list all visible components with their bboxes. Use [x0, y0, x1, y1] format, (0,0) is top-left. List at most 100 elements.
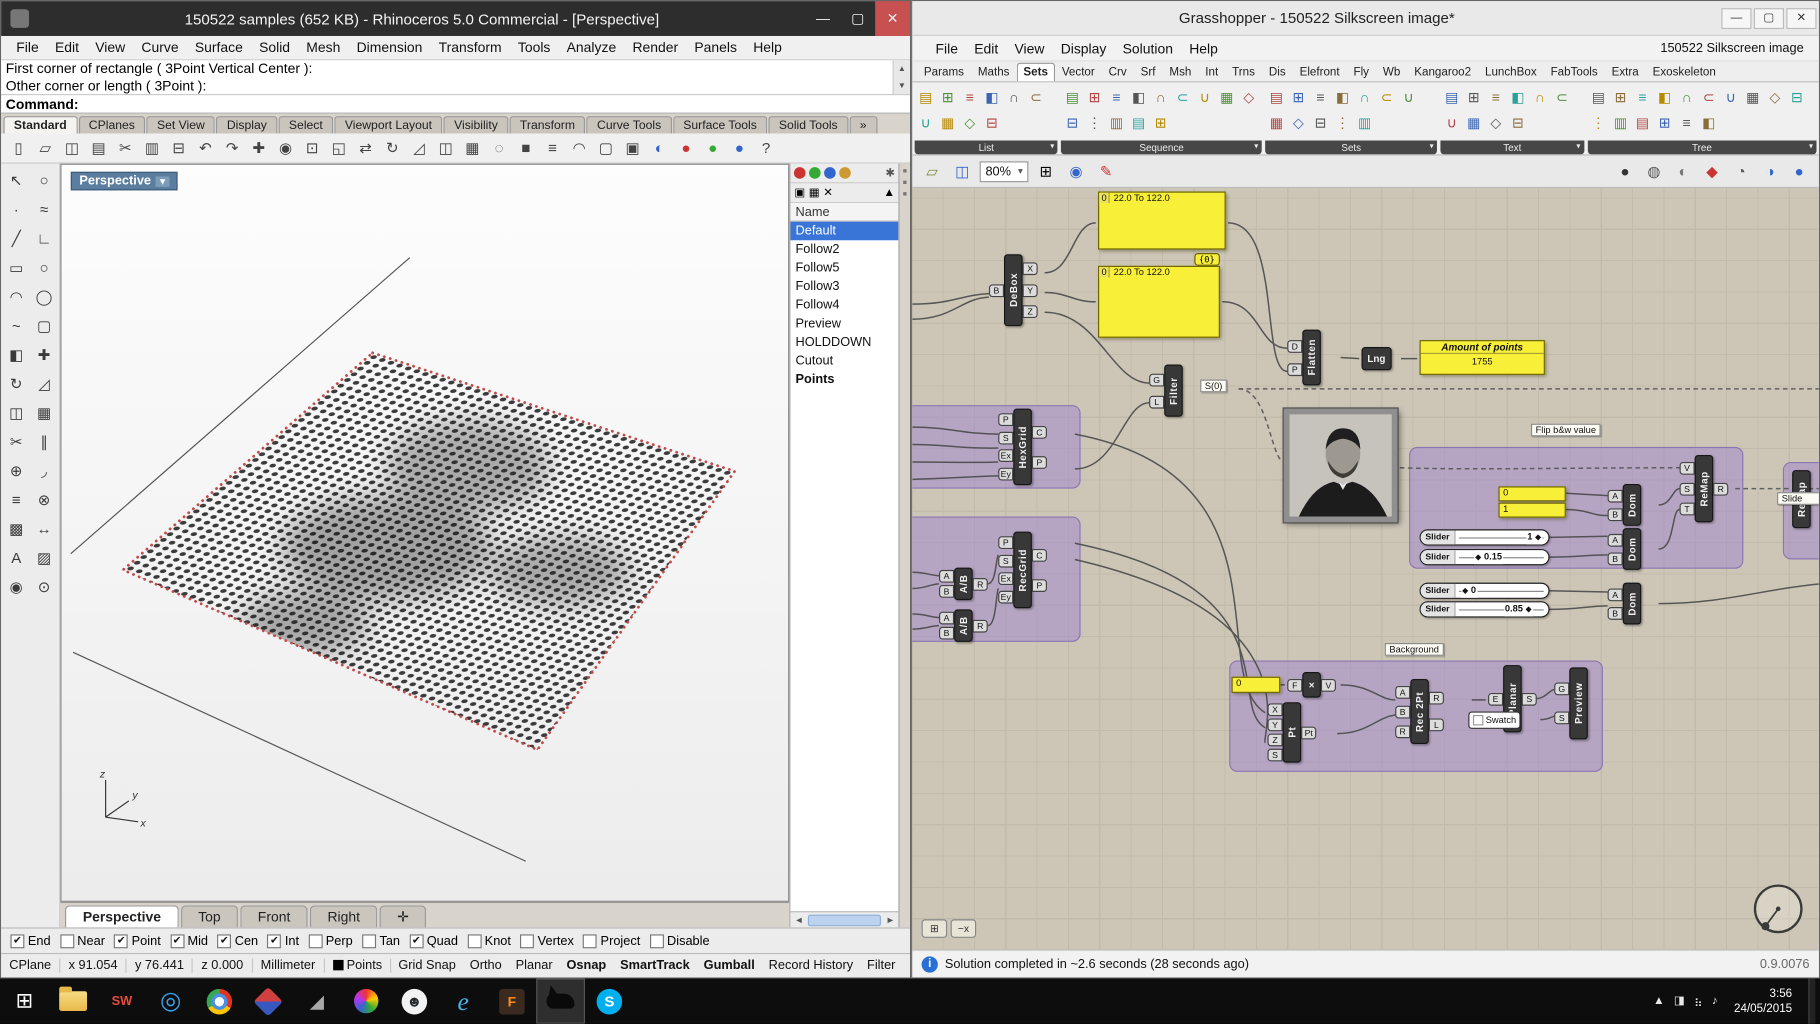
component-tab[interactable]: Params: [917, 63, 971, 82]
component-division-1[interactable]: AB A/B R: [939, 568, 988, 600]
display-mode-icon[interactable]: ◐: [647, 135, 673, 161]
ribbon-icon[interactable]: ∩: [1354, 85, 1376, 111]
viewport-title-chip[interactable]: Perspective▼: [71, 172, 177, 191]
scroll-up-icon[interactable]: ▲: [884, 186, 895, 199]
layer-row[interactable]: Preview: [791, 315, 899, 334]
ribbon-icon[interactable]: ▦: [1216, 85, 1238, 111]
status-toggle[interactable]: Gumball: [697, 959, 762, 973]
redo-icon[interactable]: ↷: [219, 135, 245, 161]
amount-of-points-panel[interactable]: Amount of points 1755: [1420, 340, 1545, 375]
ribbon-icon[interactable]: ▥: [1609, 110, 1631, 136]
rotate-icon[interactable]: ↻: [2, 369, 30, 398]
minimize-button[interactable]: —: [806, 1, 841, 36]
minimize-button[interactable]: —: [1721, 8, 1751, 29]
menu-item[interactable]: Help: [1181, 38, 1226, 59]
close-button[interactable]: ✕: [875, 1, 910, 36]
component-construct-point[interactable]: XYZS Pt Pt: [1267, 702, 1316, 762]
menu-item[interactable]: Solid: [251, 37, 298, 58]
ribbon-icon[interactable]: ⊟: [1061, 110, 1083, 136]
mirror-icon[interactable]: ◫: [2, 398, 30, 427]
ribbon-icon[interactable]: ⊞: [1287, 85, 1309, 111]
layers-panel-icon[interactable]: [809, 167, 821, 179]
toolbar-tab[interactable]: Viewport Layout: [334, 116, 442, 133]
menu-item[interactable]: File: [8, 37, 47, 58]
scroll-left-icon[interactable]: ◄: [791, 915, 807, 925]
ribbon-icon[interactable]: ∪: [1398, 85, 1420, 111]
layer-row[interactable]: Default: [791, 222, 899, 241]
ribbon-group-label[interactable]: Sequence: [1061, 140, 1261, 154]
hexgrid-group[interactable]: [912, 405, 1080, 489]
ribbon-icon[interactable]: ∪: [1441, 110, 1463, 136]
toolbar-tab[interactable]: CPlanes: [78, 116, 145, 133]
ribbon-icon[interactable]: ▤: [1265, 85, 1287, 111]
curve-icon[interactable]: ◠: [566, 135, 592, 161]
ribbon-icon[interactable]: ⋮: [1331, 110, 1353, 136]
background-zero-panel[interactable]: 0: [1232, 677, 1281, 693]
ribbon-icon[interactable]: ◧: [1698, 110, 1720, 136]
ribbon-icon[interactable]: ⊞: [1083, 85, 1105, 111]
offset-icon[interactable]: ≡: [2, 485, 30, 514]
layer-row[interactable]: Cutout: [791, 352, 899, 371]
ribbon-icon[interactable]: ▦: [937, 110, 959, 136]
ribbon-icon[interactable]: ▤: [1631, 110, 1653, 136]
menu-item[interactable]: Curve: [133, 37, 186, 58]
component-tab[interactable]: Exoskeleton: [1646, 63, 1723, 82]
ribbon-icon[interactable]: ▥: [1354, 110, 1376, 136]
show-desktop-button[interactable]: [1808, 978, 1815, 1023]
new-file-icon[interactable]: ▯: [6, 135, 32, 161]
line-icon[interactable]: ╱: [2, 224, 30, 253]
new-sublayer-icon[interactable]: ▦: [809, 186, 820, 199]
zoom-extents-icon[interactable]: ◱: [326, 135, 352, 161]
component-tab[interactable]: Msh: [1162, 63, 1198, 82]
ribbon-icon[interactable]: ⋮: [1587, 110, 1609, 136]
help-icon[interactable]: ?: [753, 135, 779, 161]
mirror-icon[interactable]: ◫: [433, 135, 459, 161]
ribbon-icon[interactable]: ∩: [1676, 85, 1698, 111]
action-center-icon[interactable]: ◨: [1674, 995, 1685, 1008]
dimension-icon[interactable]: ↔: [30, 514, 58, 543]
volume-icon[interactable]: ♪: [1712, 995, 1718, 1008]
cplane-button[interactable]: CPlane: [1, 959, 60, 973]
start-button[interactable]: ⊞: [0, 978, 49, 1023]
component-tab[interactable]: Wb: [1376, 63, 1407, 82]
osnap-toggle[interactable]: Project: [583, 934, 640, 948]
ribbon-icon[interactable]: ⊟: [1507, 110, 1529, 136]
osnap-toggle[interactable]: End: [10, 934, 50, 948]
menu-item[interactable]: Render: [624, 37, 686, 58]
colour-swatch[interactable]: Swatch: [1468, 712, 1521, 729]
checkbox[interactable]: [520, 934, 534, 948]
menu-item[interactable]: Transform: [431, 37, 510, 58]
maximize-button[interactable]: ▢: [1754, 8, 1784, 29]
partial-slider-label[interactable]: Slide: [1777, 492, 1819, 505]
extrude-icon[interactable]: ◧: [2, 340, 30, 369]
open-file-icon[interactable]: ▱: [919, 160, 945, 183]
component-hexgrid[interactable]: PSExEy HexGrid CP: [998, 409, 1047, 486]
checkbox[interactable]: [10, 934, 24, 948]
magnify-icon[interactable]: ⊙: [30, 572, 58, 601]
hatch-icon[interactable]: ▨: [30, 543, 58, 572]
preview-eye-icon[interactable]: ◉: [1063, 160, 1089, 183]
component-domain-3[interactable]: AB Dom: [1608, 583, 1642, 625]
toolbar-tab[interactable]: Set View: [147, 116, 216, 133]
pan-icon[interactable]: ✚: [246, 135, 272, 161]
display-solid-icon[interactable]: ●: [1786, 160, 1812, 183]
status-toggle[interactable]: Osnap: [560, 959, 614, 973]
preview-dark-icon[interactable]: ●: [1612, 160, 1638, 183]
status-toggle[interactable]: Filter: [860, 959, 902, 973]
file-explorer-icon[interactable]: [49, 978, 98, 1023]
toolbar-tab[interactable]: Standard: [3, 116, 77, 133]
ribbon-icon[interactable]: ◇: [959, 110, 981, 136]
ribbon-icon[interactable]: ∩: [1003, 85, 1025, 111]
internet-explorer-icon[interactable]: e: [439, 978, 488, 1023]
array-icon[interactable]: ▦: [460, 135, 486, 161]
cut-icon[interactable]: ✂: [113, 135, 139, 161]
toolbar-tab[interactable]: Curve Tools: [587, 116, 672, 133]
ribbon-icon[interactable]: ▥: [1105, 110, 1127, 136]
ribbon-icon[interactable]: ⊞: [1150, 110, 1172, 136]
osnap-toggle[interactable]: Point: [114, 934, 161, 948]
ribbon-icon[interactable]: ▤: [1587, 85, 1609, 111]
perspective-viewport[interactable]: Perspective▼: [61, 164, 790, 902]
command-scrollbar[interactable]: ▲▼: [893, 60, 910, 94]
ribbon-icon[interactable]: ◇: [1287, 110, 1309, 136]
taskbar-clock[interactable]: 3:56 24/05/2015: [1727, 986, 1799, 1016]
